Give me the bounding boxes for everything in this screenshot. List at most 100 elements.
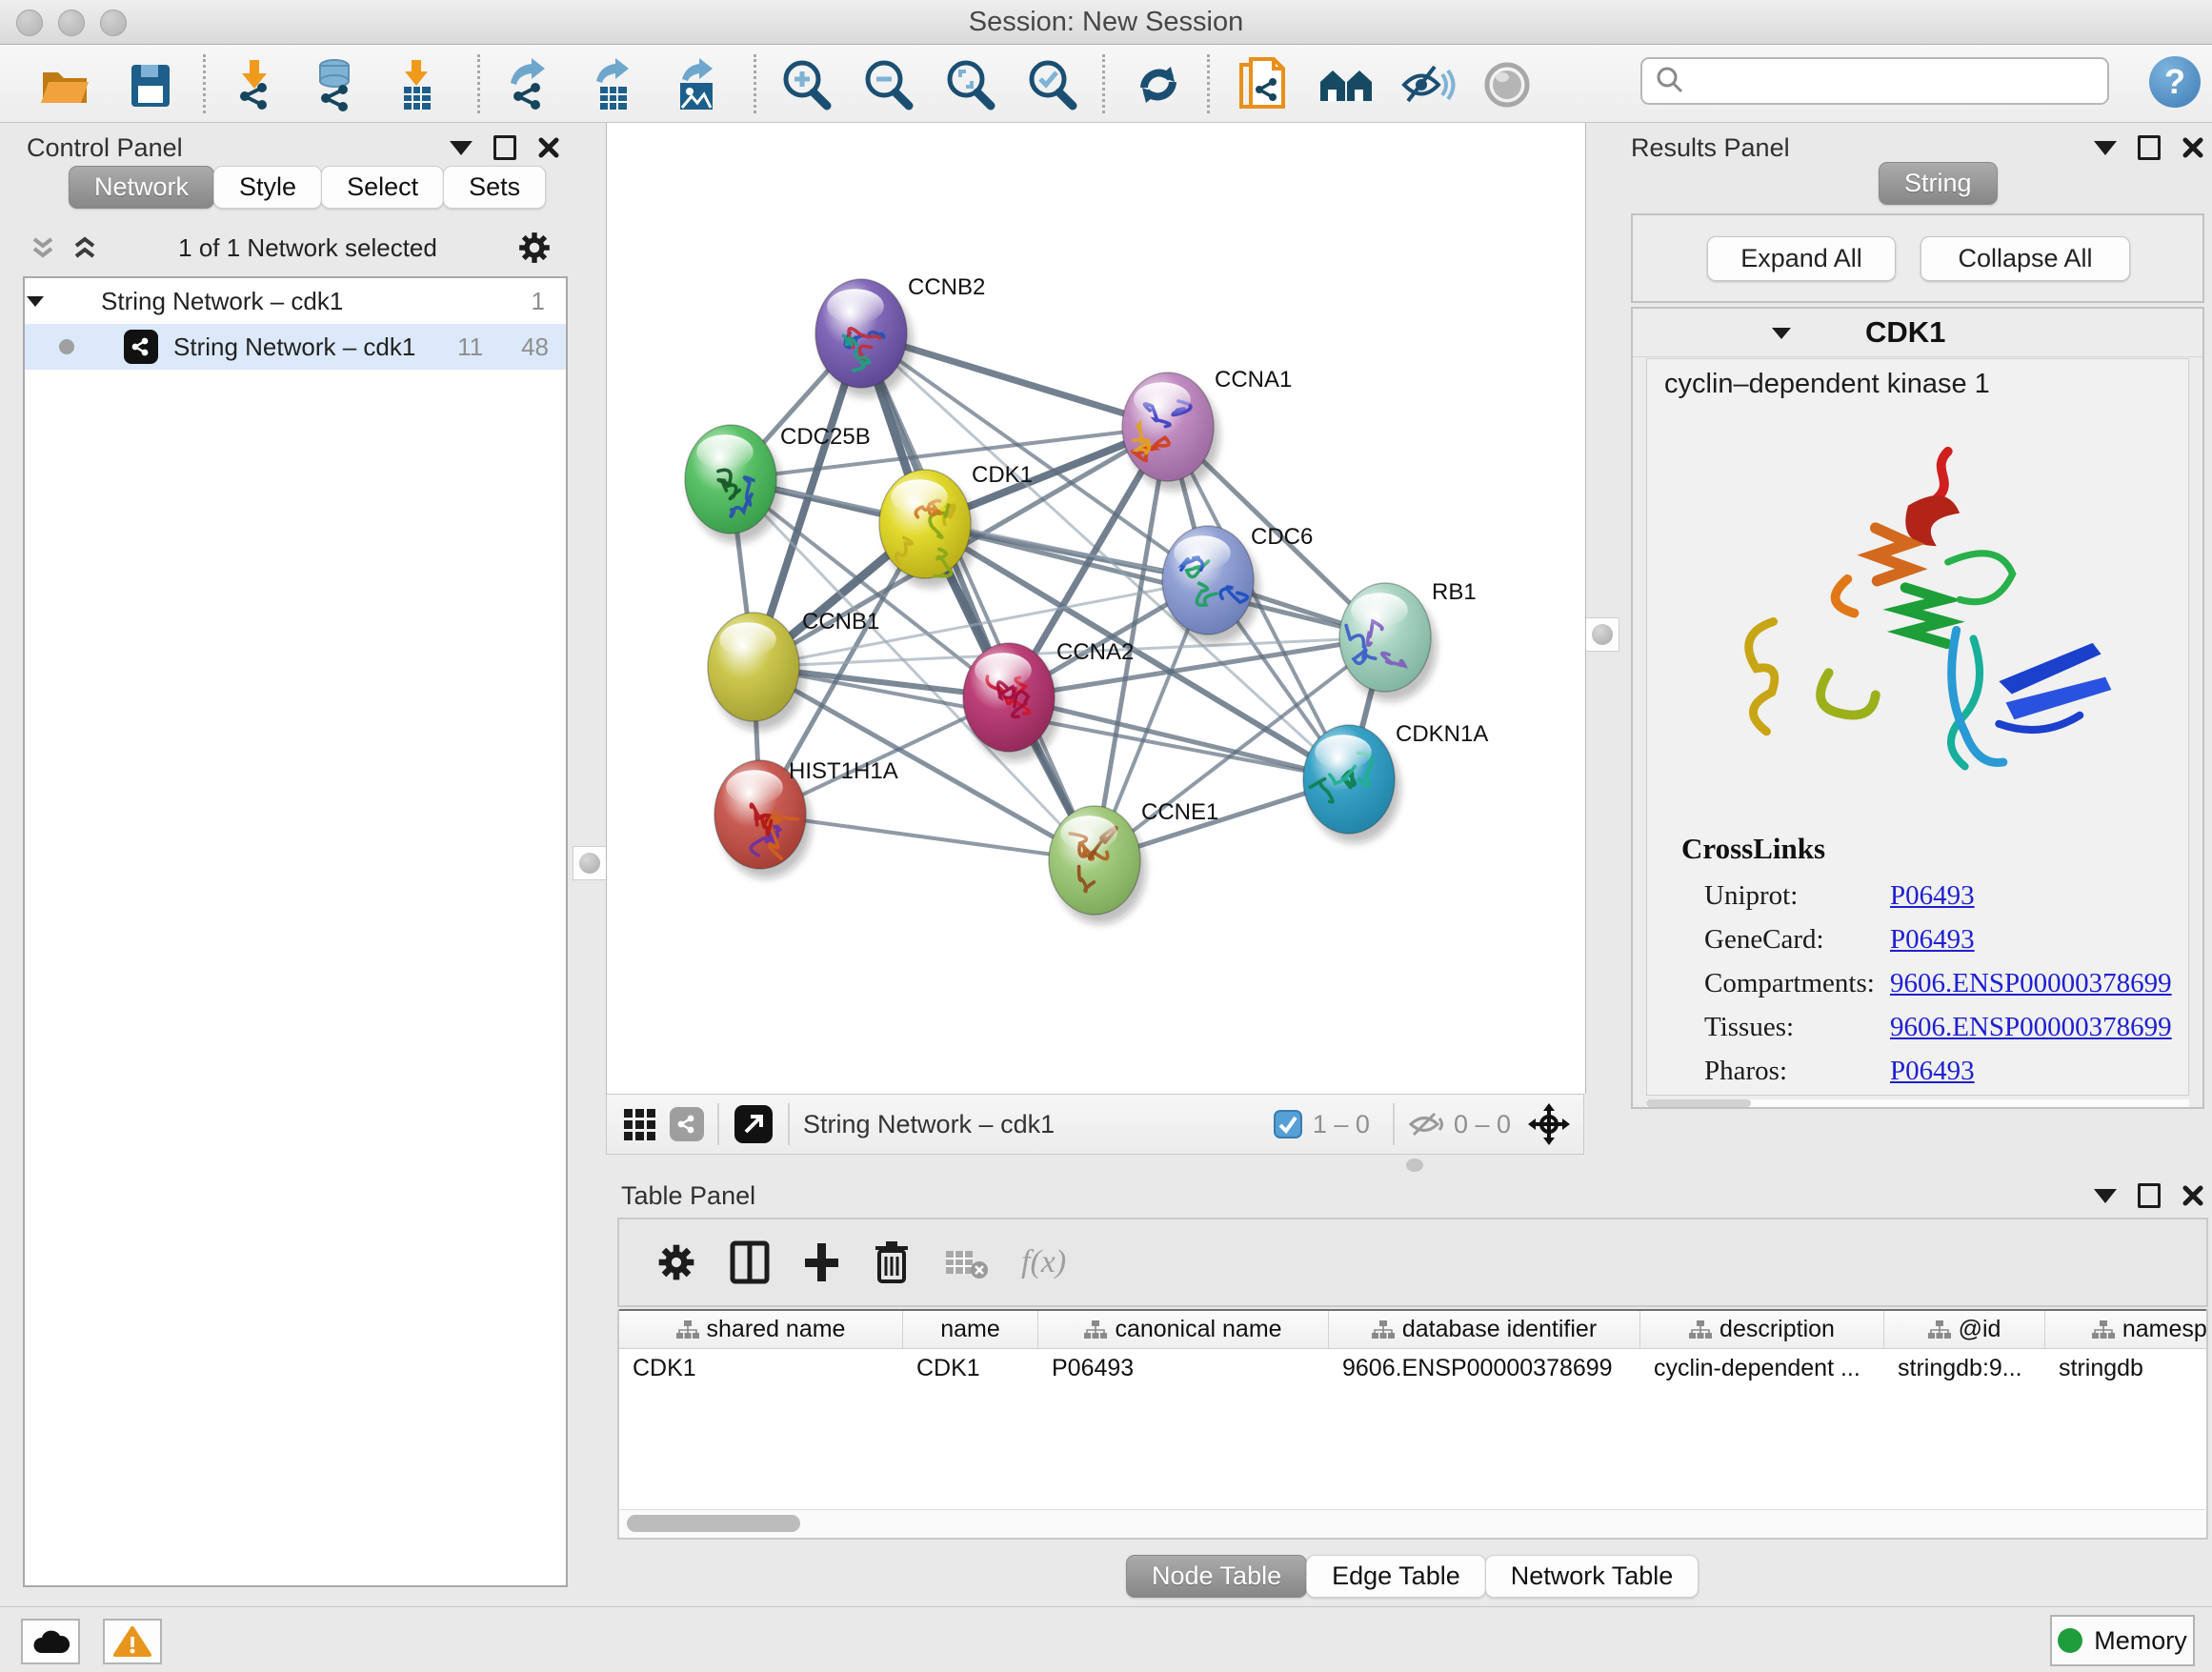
expand-all-button[interactable]: Expand All	[1707, 236, 1896, 281]
gene-caret-icon[interactable]	[1770, 325, 1793, 341]
tab-style[interactable]: Style	[213, 166, 322, 209]
network-collection-row[interactable]: String Network – cdk1 1	[25, 278, 566, 324]
show-columns-icon[interactable]	[730, 1240, 770, 1284]
zoom-out-button[interactable]	[859, 58, 916, 111]
zoom-fit-button[interactable]	[941, 58, 998, 111]
export-network-button[interactable]	[501, 58, 558, 111]
column-header-database-identifier[interactable]: database identifier	[1329, 1311, 1640, 1348]
selected-counts: 1 – 0	[1313, 1110, 1370, 1139]
network-view-share-icon[interactable]	[670, 1107, 704, 1141]
zoom-selected-button[interactable]	[1023, 58, 1080, 111]
houses-button[interactable]	[1318, 58, 1376, 111]
import-network-button[interactable]	[227, 58, 284, 111]
node-count: 11	[457, 332, 483, 362]
tab-network-table[interactable]: Network Table	[1485, 1555, 1699, 1598]
column-label: name	[940, 1316, 1000, 1343]
results-actions-box: Expand All Collapse All	[1631, 213, 2204, 303]
crosslink-link[interactable]: P06493	[1890, 880, 1975, 912]
left-splitter-handle[interactable]	[573, 846, 607, 880]
crosslink-link[interactable]: P06493	[1890, 1056, 1975, 1087]
import-database-button[interactable]	[307, 58, 364, 111]
import-table-button[interactable]	[389, 58, 446, 111]
tab-edge-table[interactable]: Edge Table	[1306, 1555, 1486, 1598]
crosshair-icon[interactable]	[1528, 1103, 1570, 1145]
gene-details: cyclin–dependent kinase 1	[1646, 358, 2189, 1096]
selected-checkbox-icon[interactable]	[1273, 1109, 1303, 1139]
orb-icon	[1482, 60, 1532, 110]
panel-menu-icon[interactable]	[2094, 1189, 2117, 1203]
main-toolbar: ?	[0, 45, 2212, 123]
hidden-eye-icon[interactable]	[1408, 1109, 1444, 1139]
houses-icon	[1318, 61, 1376, 109]
network-canvas[interactable]: CCNB2CCNA1CDC25BCDK1CDC6RB1CCNB1CCNA2CDK…	[606, 123, 1586, 1094]
gear-icon[interactable]	[516, 230, 553, 266]
column-header-canonical-name[interactable]: canonical name	[1038, 1311, 1329, 1348]
expand-all-icon[interactable]	[70, 233, 99, 262]
panel-close-icon[interactable]	[2182, 136, 2204, 159]
node-label-CCNA2: CCNA2	[1056, 639, 1134, 665]
document-share-button[interactable]	[1235, 58, 1292, 111]
column-header--id[interactable]: @id	[1884, 1311, 2045, 1348]
add-column-icon[interactable]	[802, 1240, 840, 1284]
panel-float-icon[interactable]	[2138, 135, 2161, 160]
column-header-description[interactable]: description	[1640, 1311, 1884, 1348]
zoom-out-icon	[861, 58, 915, 111]
collection-label: String Network – cdk1	[101, 287, 532, 316]
search-input[interactable]	[1686, 66, 2090, 97]
cloud-button[interactable]	[21, 1619, 80, 1664]
zoom-in-button[interactable]	[777, 58, 835, 111]
tab-string[interactable]: String	[1879, 162, 1998, 205]
help-button[interactable]: ?	[2149, 56, 2201, 108]
search-field[interactable]	[1640, 57, 2109, 105]
edge-count: 48	[521, 332, 549, 362]
panel-close-icon[interactable]	[2182, 1184, 2204, 1207]
memory-button[interactable]: Memory	[2050, 1615, 2195, 1666]
shared-column-icon	[676, 1319, 699, 1340]
grid-view-icon[interactable]	[622, 1107, 656, 1141]
open-session-button[interactable]	[36, 58, 93, 111]
tab-node-table[interactable]: Node Table	[1126, 1555, 1307, 1598]
visibility-button[interactable]	[1399, 58, 1457, 111]
tab-network[interactable]: Network	[69, 166, 214, 209]
export-table-button[interactable]	[585, 58, 642, 111]
panel-menu-icon[interactable]	[2094, 141, 2117, 155]
tab-sets[interactable]: Sets	[443, 166, 546, 209]
node-table[interactable]: shared name name canonical namedatabase id…	[617, 1309, 2208, 1509]
panel-close-icon[interactable]	[537, 136, 560, 159]
refresh-button[interactable]	[1130, 58, 1187, 111]
column-header-shared-name[interactable]: shared name	[619, 1311, 903, 1348]
inactive-orb-button[interactable]	[1478, 58, 1536, 111]
warnings-button[interactable]	[103, 1619, 162, 1664]
delete-column-trash-icon[interactable]	[873, 1239, 911, 1285]
collapse-all-button[interactable]: Collapse All	[1920, 236, 2130, 281]
network-row[interactable]: String Network – cdk1 11 48	[25, 324, 566, 370]
panel-float-icon[interactable]	[493, 135, 516, 160]
table-settings-gear-icon[interactable]	[655, 1241, 697, 1283]
column-header-namespace[interactable]: namespace	[2045, 1311, 2208, 1348]
results-hscrollbar[interactable]	[1646, 1099, 2189, 1107]
gene-section-header[interactable]: CDK1	[1633, 309, 2202, 357]
panel-float-icon[interactable]	[2138, 1183, 2161, 1208]
crosslink-link[interactable]: 9606.ENSP00000378699	[1890, 968, 2172, 999]
panel-menu-icon[interactable]	[450, 141, 473, 155]
splitter-dot-icon	[579, 853, 600, 874]
help-glyph: ?	[2164, 62, 2185, 102]
scroll-thumb[interactable]	[627, 1515, 800, 1532]
node-label-CDC6: CDC6	[1251, 524, 1313, 550]
table-splitter-handle[interactable]	[1406, 1158, 1423, 1172]
table-hscrollbar[interactable]	[617, 1509, 2208, 1540]
memory-label: Memory	[2094, 1626, 2187, 1656]
crosslink-link[interactable]: P06493	[1890, 924, 1975, 956]
crosslink-link[interactable]: 9606.ENSP00000378699	[1890, 1012, 2172, 1043]
open-in-window-icon[interactable]	[733, 1103, 774, 1145]
collection-caret-icon[interactable]	[25, 293, 80, 309]
column-header-name[interactable]: name	[903, 1311, 1038, 1348]
table-row[interactable]: CDK1CDK1P064939606.ENSP00000378699cyclin…	[619, 1349, 2206, 1387]
save-session-button[interactable]	[122, 58, 179, 111]
scroll-thumb[interactable]	[1646, 1099, 1751, 1107]
node-label-RB1: RB1	[1432, 579, 1477, 605]
tab-select[interactable]: Select	[321, 166, 444, 209]
right-splitter-handle[interactable]	[1585, 617, 1619, 652]
export-image-button[interactable]	[669, 58, 726, 111]
collapse-all-icon[interactable]	[29, 233, 57, 262]
